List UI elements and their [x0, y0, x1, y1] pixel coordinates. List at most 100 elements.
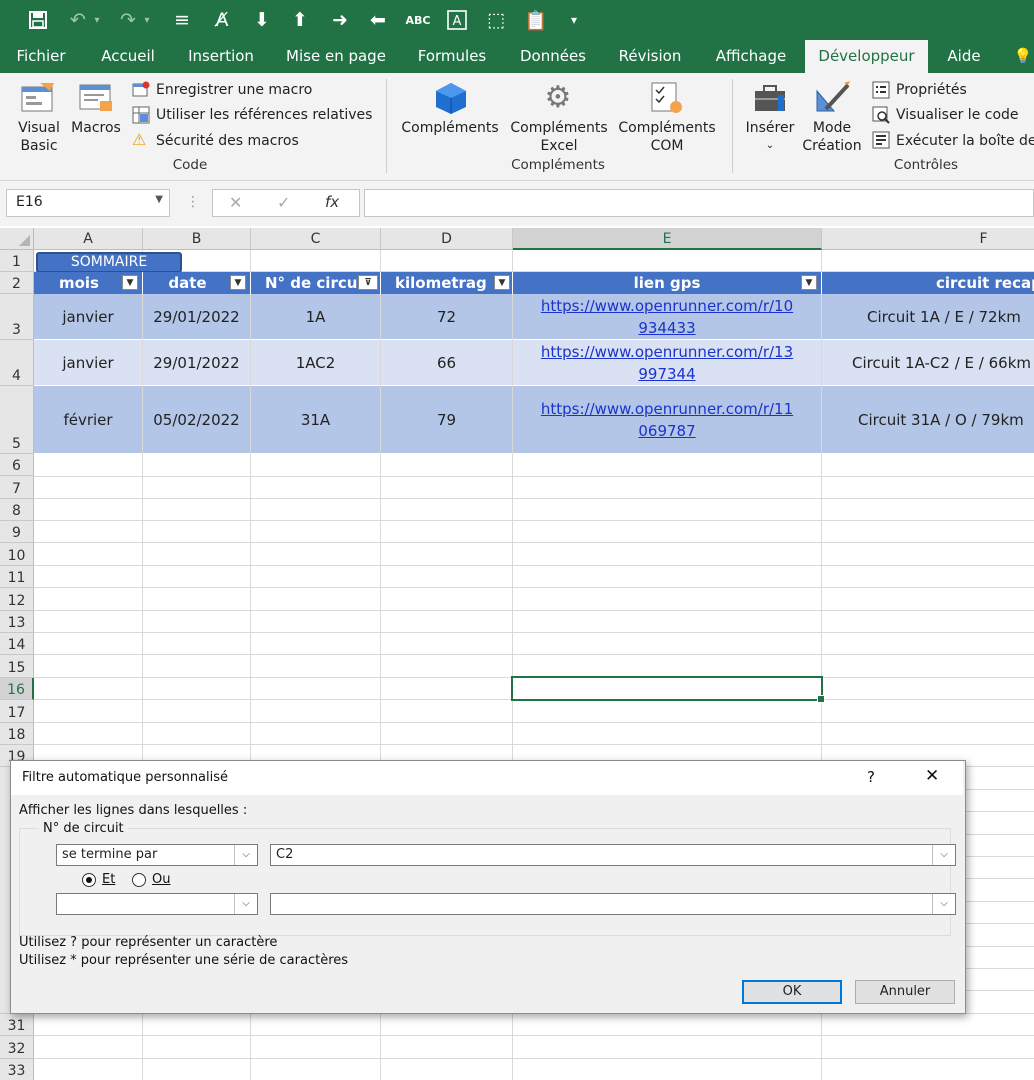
or-radio[interactable] — [132, 873, 146, 887]
row-header[interactable]: 11 — [0, 566, 34, 588]
row-header[interactable]: 17 — [0, 700, 34, 723]
arrow-right-icon[interactable]: ➜ — [326, 6, 354, 34]
column-header-b[interactable]: B — [143, 228, 251, 250]
insert-control-button[interactable]: Insérer — [742, 119, 798, 137]
table-cell[interactable]: Circuit 1A-C2 / E / 66km — [822, 340, 1034, 385]
row-header[interactable]: 15 — [0, 655, 34, 678]
view-code-button[interactable]: Visualiser le code — [896, 106, 1019, 124]
operator-1-select[interactable]: se termine par ⌵ — [56, 844, 258, 866]
table-cell[interactable]: 05/02/2022 — [143, 386, 250, 453]
column-header-c[interactable]: C — [251, 228, 381, 250]
value-1-input[interactable]: C2 ⌵ — [270, 844, 956, 866]
sort-down-icon[interactable]: ⬇ — [248, 6, 276, 34]
tab-mise-en-page[interactable]: Mise en page — [276, 40, 396, 73]
column-header-d[interactable]: D — [381, 228, 513, 250]
sort-up-icon[interactable]: ⬆ — [286, 6, 314, 34]
shapes-icon[interactable]: ⬚ — [482, 6, 510, 34]
com-addins-button[interactable]: Compléments COM — [614, 119, 720, 155]
relative-references-button[interactable]: Utiliser les références relatives — [156, 106, 372, 124]
row-header[interactable]: 18 — [0, 723, 34, 745]
table-cell[interactable]: janvier — [34, 340, 142, 385]
row-header[interactable]: 9 — [0, 521, 34, 543]
filter-dropdown-icon[interactable]: ▼ — [494, 275, 510, 290]
visual-basic-button[interactable]: Visual Basic — [12, 119, 66, 155]
gps-link[interactable]: https://www.openrunner.com/r/11 — [541, 398, 793, 420]
insert-dropdown-icon[interactable]: ⌄ — [762, 137, 778, 155]
select-all-corner[interactable] — [0, 228, 34, 250]
customize-qat-icon[interactable]: ▾ — [560, 6, 588, 34]
table-cell[interactable]: 1A — [251, 294, 380, 339]
tab-affichage[interactable]: Affichage — [704, 40, 798, 73]
tab-aide[interactable]: Aide — [936, 40, 992, 73]
fill-handle[interactable] — [817, 695, 825, 703]
spelling-icon[interactable]: ABC — [404, 6, 432, 34]
toolbox-icon[interactable] — [752, 81, 788, 115]
table-cell[interactable]: 31A — [251, 386, 380, 453]
insert-function-icon[interactable]: fx — [325, 193, 339, 211]
column-header-a[interactable]: A — [34, 228, 143, 250]
filter-dropdown-icon[interactable]: ▼ — [801, 275, 817, 290]
name-box-dropdown-icon[interactable]: ▼ — [155, 194, 163, 205]
gps-link[interactable]: https://www.openrunner.com/r/10 — [541, 295, 793, 317]
row-header[interactable]: 4 — [0, 340, 34, 386]
addins-cube-icon[interactable] — [432, 81, 468, 115]
ok-button[interactable]: OK — [742, 980, 842, 1004]
cancel-entry-icon[interactable]: ✕ — [229, 193, 242, 212]
macros-button[interactable]: Macros — [68, 119, 124, 137]
gps-link[interactable]: https://www.openrunner.com/r/13 — [541, 341, 793, 363]
row-header[interactable]: 32 — [0, 1036, 34, 1059]
row-header[interactable]: 10 — [0, 543, 34, 566]
row-header[interactable]: 13 — [0, 611, 34, 633]
row-header[interactable]: 6 — [0, 454, 34, 476]
row-header[interactable]: 2 — [0, 272, 34, 294]
save-icon[interactable] — [24, 6, 52, 34]
table-cell[interactable]: Circuit 31A / O / 79km — [822, 386, 1034, 453]
filter-dropdown-icon[interactable]: ▼ — [122, 275, 138, 290]
tab-fichier[interactable]: Fichier — [0, 40, 82, 73]
operator-2-select[interactable]: ⌵ — [56, 893, 258, 915]
table-cell[interactable]: 72 — [381, 294, 512, 339]
run-dialog-button[interactable]: Exécuter la boîte de — [896, 132, 1034, 150]
chevron-down-icon[interactable]: ⌵ — [932, 845, 955, 865]
table-cell-link[interactable]: https://www.openrunner.com/r/10 934433 — [513, 294, 821, 339]
close-icon[interactable]: ✕ — [925, 766, 939, 786]
chevron-down-icon[interactable]: ⌵ — [932, 894, 955, 914]
filter-active-icon[interactable]: ⊽ — [358, 275, 378, 290]
redo-icon[interactable]: ↷ — [114, 6, 142, 34]
tab-developpeur[interactable]: Développeur — [805, 40, 928, 73]
row-header[interactable]: 8 — [0, 499, 34, 521]
tab-formules[interactable]: Formules — [404, 40, 500, 73]
lightbulb-icon[interactable]: 💡 — [1012, 40, 1034, 73]
gps-link-continued[interactable]: 069787 — [638, 420, 695, 442]
format-painter-icon[interactable]: A̸ — [208, 6, 236, 34]
table-cell[interactable]: 29/01/2022 — [143, 294, 250, 339]
align-icon[interactable]: ≡ — [168, 6, 196, 34]
table-cell-link[interactable]: https://www.openrunner.com/r/11 069787 — [513, 386, 821, 453]
formula-input[interactable] — [364, 189, 1034, 217]
table-cell[interactable]: 29/01/2022 — [143, 340, 250, 385]
chevron-down-icon[interactable]: ⌵ — [234, 845, 257, 865]
table-cell[interactable]: Circuit 1A / E / 72km — [822, 294, 1034, 339]
table-cell[interactable]: février — [34, 386, 142, 453]
visual-basic-icon[interactable] — [20, 81, 56, 115]
sommaire-button[interactable]: SOMMAIRE — [36, 252, 182, 273]
record-macro-button[interactable]: Enregistrer une macro — [156, 81, 312, 99]
row-header[interactable]: 12 — [0, 588, 34, 611]
table-cell[interactable]: 79 — [381, 386, 512, 453]
chevron-down-icon[interactable]: ⌵ — [234, 894, 257, 914]
tab-insertion[interactable]: Insertion — [176, 40, 266, 73]
excel-addins-gear-icon[interactable]: ⚙ — [540, 81, 576, 115]
undo-icon[interactable]: ↶ — [64, 6, 92, 34]
tab-accueil[interactable]: Accueil — [88, 40, 168, 73]
row-header-selected[interactable]: 16 — [0, 678, 34, 700]
properties-button[interactable]: Propriétés — [896, 81, 967, 99]
macro-security-button[interactable]: Sécurité des macros — [156, 132, 299, 150]
row-header[interactable]: 1 — [0, 250, 34, 272]
column-header-e[interactable]: E — [513, 228, 822, 250]
undo-dropdown-icon[interactable]: ▾ — [90, 6, 104, 34]
filter-dropdown-icon[interactable]: ▼ — [230, 275, 246, 290]
row-header[interactable]: 3 — [0, 294, 34, 340]
name-box[interactable]: E16 ▼ — [6, 189, 170, 217]
row-header[interactable]: 31 — [0, 1014, 34, 1036]
redo-dropdown-icon[interactable]: ▾ — [140, 6, 154, 34]
